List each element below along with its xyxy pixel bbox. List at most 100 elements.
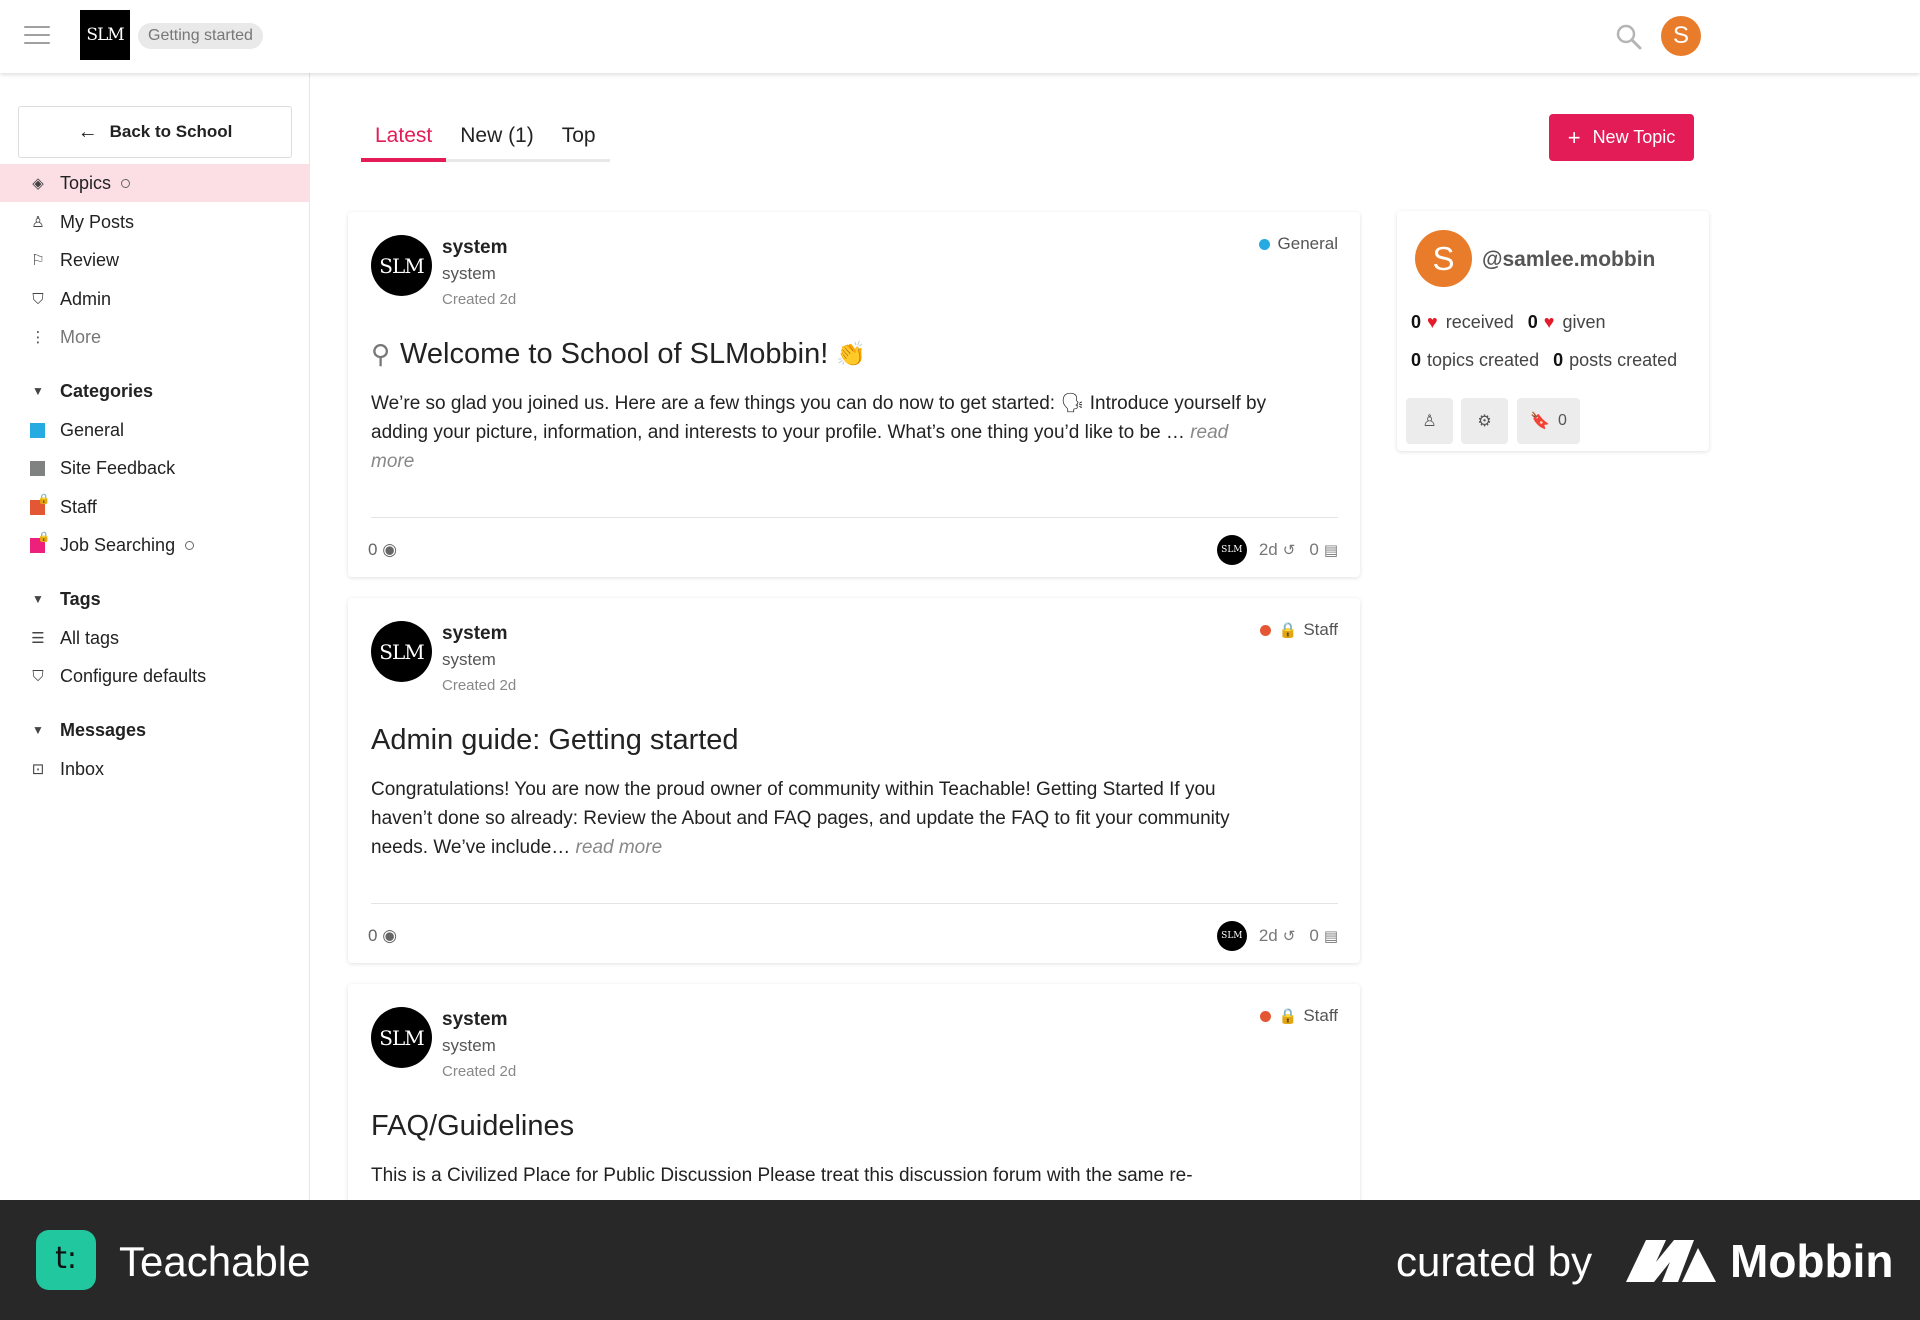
section-title: Messages — [60, 719, 147, 740]
preferences-button[interactable]: ⚙ — [1461, 398, 1508, 444]
sidebar-item-configure-defaults[interactable]: ⛉ Configure defaults — [0, 657, 310, 695]
lock-icon: 🔒 — [1278, 1008, 1298, 1025]
view-count-value: 0 — [368, 926, 378, 945]
topic-excerpt: Congratulations! You are now the proud o… — [371, 775, 1271, 862]
sidebar-item-label: Review — [60, 249, 120, 270]
given-label: given — [1562, 312, 1606, 332]
unread-indicator-icon — [121, 178, 131, 188]
new-topic-button[interactable]: + New Topic — [1549, 114, 1694, 161]
excerpt-text: This is a Civilized Place for Public Dis… — [371, 1165, 1193, 1186]
author-name[interactable]: system — [442, 237, 508, 259]
read-more-link[interactable]: read more — [576, 837, 663, 858]
sidebar-item-label: Topics — [60, 172, 112, 193]
breadcrumb-getting-started[interactable]: Getting started — [138, 23, 263, 49]
sidebar-item-more[interactable]: ⋮ More — [0, 318, 310, 356]
tab-latest[interactable]: Latest — [361, 116, 447, 162]
user-summary-card: S @samlee.mobbin 0 ♥ received 0 ♥ given … — [1397, 211, 1709, 451]
history-icon: ↺ — [1282, 928, 1296, 945]
author-avatar[interactable]: SLM — [371, 621, 432, 682]
author-name[interactable]: system — [442, 623, 508, 645]
topic-title[interactable]: Admin guide: Getting started — [371, 724, 739, 757]
hamburger-menu-icon[interactable] — [24, 26, 50, 46]
messages-section-toggle[interactable]: ▼ Messages — [0, 712, 310, 748]
sidebar-item-topics[interactable]: ◈ Topics — [0, 164, 310, 202]
chevron-down-icon: ▼ — [32, 384, 44, 398]
category-badge[interactable]: 🔒 Staff — [1259, 620, 1338, 640]
user-card-avatar[interactable]: S — [1415, 230, 1472, 287]
author-name[interactable]: system — [442, 1009, 508, 1031]
tab-new[interactable]: New (1) — [446, 116, 548, 162]
sidebar-item-category-job-searching[interactable]: 🔒 Job Searching — [0, 526, 310, 564]
user-avatar[interactable]: S — [1661, 16, 1701, 56]
footer-banner: t: Teachable curated by Mobbin — [0, 1200, 1920, 1320]
sidebar-item-label: General — [60, 419, 125, 440]
back-to-school-label: Back to School — [109, 122, 233, 141]
sidebar-item-inbox[interactable]: ⊡ Inbox — [0, 750, 310, 788]
bookmark-icon: 🔖 — [1530, 413, 1550, 430]
sidebar-item-admin[interactable]: ⛉ Admin — [0, 280, 310, 318]
received-count: 0 — [1411, 312, 1422, 332]
topic-meta: SLM 2d ↺ 0 ▤ — [1216, 921, 1338, 951]
sidebar-item-review[interactable]: ⚐ Review — [0, 241, 310, 279]
poster-avatar[interactable]: SLM — [1216, 921, 1247, 951]
vertical-dots-icon: ⋮ — [30, 329, 46, 346]
sidebar-item-category-site-feedback[interactable]: Site Feedback — [0, 449, 310, 487]
heart-icon: ♥ — [1427, 312, 1438, 332]
lock-icon: 🔒 — [1278, 622, 1298, 639]
user-handle[interactable]: @samlee.mobbin — [1482, 248, 1655, 272]
clapping-hands-icon: 👏 — [836, 341, 867, 368]
topic-title[interactable]: ⚲ Welcome to School of SLMobbin! 👏 — [371, 338, 866, 371]
layers-icon: ◈ — [32, 175, 44, 192]
category-dot-icon — [1259, 1010, 1271, 1022]
view-count-value: 0 — [368, 540, 378, 559]
likes-stats: 0 ♥ received 0 ♥ given — [1411, 312, 1605, 333]
posts-count: 0 — [1553, 350, 1564, 370]
lock-icon: 🔒 — [37, 531, 50, 543]
mobbin-wordmark: Mobbin — [1730, 1235, 1894, 1287]
sidebar-item-category-staff[interactable]: 🔒 Staff — [0, 488, 310, 526]
sidebar-item-category-general[interactable]: General — [0, 411, 310, 449]
search-icon[interactable] — [1614, 22, 1644, 52]
sidebar-item-all-tags[interactable]: ☰ All tags — [0, 619, 310, 657]
pin-icon: ⚲ — [371, 339, 391, 369]
gear-icon: ⚙ — [1477, 413, 1492, 430]
shield-icon: ⛉ — [32, 290, 44, 308]
plus-icon: + — [1567, 124, 1581, 150]
sidebar-item-label: Staff — [60, 496, 97, 517]
shield-icon: ⛉ — [32, 667, 44, 685]
section-title: Categories — [60, 380, 154, 401]
category-label: Staff — [1303, 620, 1338, 639]
topic-list-tabs: Latest New (1) Top — [361, 116, 610, 162]
profile-button[interactable]: ♙ — [1406, 398, 1453, 444]
new-topic-label: New Topic — [1592, 127, 1676, 147]
eye-icon: ◉ — [382, 926, 398, 945]
topic-title-text: Admin guide: Getting started — [371, 724, 739, 756]
list-icon: ☰ — [31, 630, 45, 647]
back-to-school-button[interactable]: ← Back to School — [18, 106, 292, 158]
topics-label: topics created — [1427, 350, 1540, 370]
topic-title[interactable]: FAQ/Guidelines — [371, 1110, 574, 1143]
tab-top[interactable]: Top — [548, 116, 610, 162]
bookmarks-button[interactable]: 🔖 0 — [1517, 398, 1580, 444]
poster-avatar[interactable]: SLM — [1216, 535, 1247, 565]
topic-card[interactable]: SLM system system Created 2d General ⚲ W… — [348, 212, 1360, 577]
topic-card[interactable]: SLM system system Created 2d 🔒 Staff Adm… — [348, 598, 1360, 963]
categories-section-toggle[interactable]: ▼ Categories — [0, 373, 310, 409]
user-icon: ♙ — [1422, 413, 1437, 430]
comment-icon: ▤ — [1323, 928, 1338, 945]
site-logo[interactable]: SLM — [80, 10, 130, 60]
author-avatar[interactable]: SLM — [371, 235, 432, 296]
sidebar-item-my-posts[interactable]: ♙ My Posts — [0, 203, 310, 241]
excerpt-text: We’re so glad you joined us. Here are a … — [371, 393, 1267, 443]
category-dot-icon — [1258, 238, 1270, 250]
category-badge[interactable]: General — [1258, 234, 1338, 254]
author-avatar[interactable]: SLM — [371, 1007, 432, 1068]
category-badge[interactable]: 🔒 Staff — [1259, 1006, 1338, 1026]
history-icon: ↺ — [1282, 542, 1296, 559]
topics-count: 0 — [1411, 350, 1422, 370]
mobbin-logo-icon — [1626, 1240, 1716, 1282]
header: SLM Getting started S — [0, 0, 1920, 73]
tags-section-toggle[interactable]: ▼ Tags — [0, 581, 310, 617]
category-color-swatch: 🔒 — [30, 532, 50, 553]
divider — [371, 517, 1338, 518]
